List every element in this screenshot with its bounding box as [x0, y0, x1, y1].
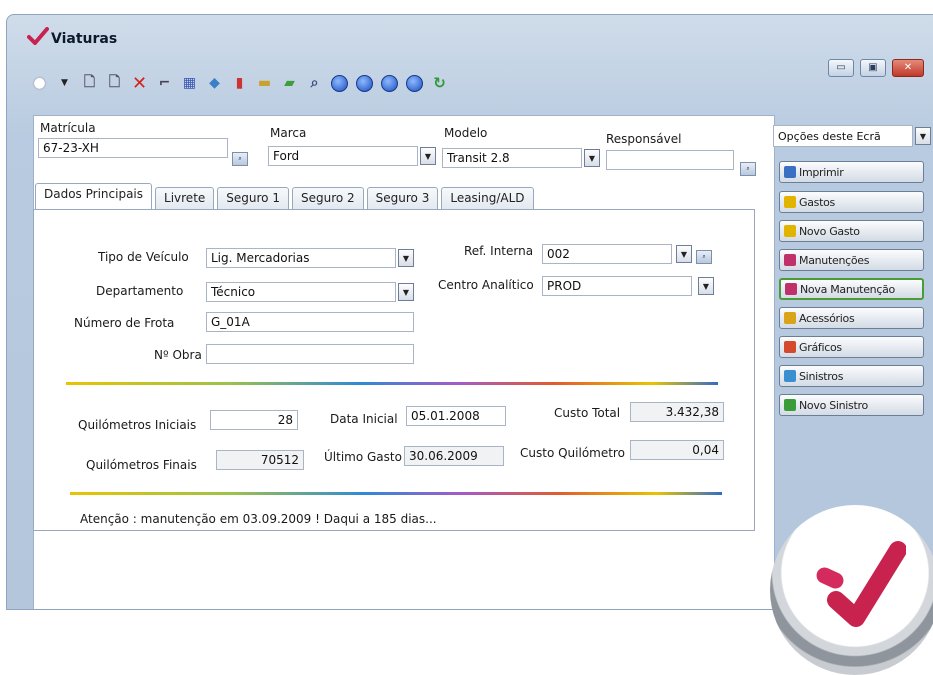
- minimize-button[interactable]: ▭: [828, 59, 854, 77]
- tipo-veiculo-dropdown-icon[interactable]: ▼: [398, 249, 414, 267]
- grid-icon[interactable]: ▦: [181, 75, 198, 92]
- window-controls: ▭ ▣ ✕: [828, 59, 924, 77]
- centro-analitico-select[interactable]: PROD: [542, 276, 692, 296]
- tipo-veiculo-select[interactable]: Lig. Mercadorias: [206, 248, 396, 268]
- custo-total-label: Custo Total: [554, 406, 621, 420]
- responsavel-label: Responsável: [606, 132, 682, 146]
- tab-dados-principais[interactable]: Dados Principais: [35, 183, 153, 209]
- nav-next-icon[interactable]: [381, 74, 398, 92]
- bar-chart-icon: [784, 341, 796, 353]
- custo-total-value: 3.432,38: [630, 402, 724, 422]
- numero-frota-input[interactable]: G_01A: [206, 312, 414, 332]
- centro-analitico-label: Centro Analítico: [438, 278, 534, 292]
- acessorios-button[interactable]: Acessórios: [779, 307, 924, 329]
- km-iniciais-input[interactable]: 28: [210, 410, 298, 430]
- tab-livrete[interactable]: Livrete: [155, 187, 215, 209]
- ref-interna-select[interactable]: 002: [542, 244, 672, 264]
- sinistros-button[interactable]: Sinistros: [779, 365, 924, 387]
- modelo-label: Modelo: [444, 126, 488, 140]
- search-icon[interactable]: ⌕: [306, 75, 323, 92]
- marca-select[interactable]: Ford: [268, 146, 418, 166]
- matricula-input[interactable]: 67-23-XH: [38, 138, 228, 158]
- responsavel-input[interactable]: [606, 150, 734, 170]
- custo-quilometro-value: 0,04: [630, 440, 724, 460]
- responsavel-lookup-icon[interactable]: ⌕: [740, 162, 756, 176]
- view-icon[interactable]: ◆: [206, 75, 223, 92]
- coins-icon: [784, 196, 796, 208]
- tab-bar: Dados Principais Livrete Seguro 1 Seguro…: [35, 183, 534, 209]
- matricula-lookup-icon[interactable]: ⌕: [232, 152, 248, 166]
- ultimo-gasto-label: Último Gasto: [324, 450, 402, 464]
- tab-page-dados-principais: Tipo de Veículo Lig. Mercadorias ▼ Depar…: [33, 209, 755, 531]
- tab-leasing-ald[interactable]: Leasing/ALD: [441, 187, 534, 209]
- tab-seguro-1[interactable]: Seguro 1: [217, 187, 289, 209]
- tab-seguro-2[interactable]: Seguro 2: [291, 187, 364, 209]
- ref-interna-label: Ref. Interna: [464, 244, 534, 258]
- toolbar: ● ▼ 🗋 🗋 ✕ ⌐ ▦ ◆ ▮ ▬ ▰ ⌕ ↻: [31, 71, 448, 95]
- divider-bottom: [70, 492, 722, 495]
- custo-quilometro-label: Custo Quilómetro: [520, 446, 625, 460]
- nova-manutencao-button[interactable]: Nova Manutenção: [779, 278, 924, 300]
- tools-icon: [784, 312, 796, 324]
- close-button[interactable]: ✕: [892, 59, 924, 77]
- tab-seguro-3[interactable]: Seguro 3: [366, 187, 439, 209]
- ref-interna-lookup-icon[interactable]: ⌕: [696, 250, 712, 264]
- wrench-icon: [784, 254, 796, 266]
- ref-interna-dropdown-icon[interactable]: ▼: [676, 245, 692, 263]
- printer-icon: [784, 166, 796, 178]
- delete-icon[interactable]: ✕: [131, 73, 148, 94]
- nav-last-icon[interactable]: [406, 74, 423, 92]
- ultimo-gasto-value: 30.06.2009: [404, 446, 504, 466]
- km-finais-value: 70512: [216, 450, 304, 470]
- coins-add-icon: [784, 225, 796, 237]
- document-icon[interactable]: 🗋: [81, 74, 98, 92]
- dropdown-icon[interactable]: ▼: [56, 75, 73, 92]
- data-inicial-label: Data Inicial: [330, 412, 398, 426]
- numero-obra-input[interactable]: [206, 344, 414, 364]
- chart-icon[interactable]: ▮: [231, 75, 248, 92]
- table-icon[interactable]: ▬: [256, 75, 273, 92]
- opcoes-dropdown-icon[interactable]: ▼: [915, 127, 931, 145]
- gastos-button[interactable]: Gastos: [779, 191, 924, 213]
- graficos-button[interactable]: Gráficos: [779, 336, 924, 358]
- viaturas-window: Viaturas ▭ ▣ ✕ ● ▼ 🗋 🗋 ✕ ⌐ ▦ ◆ ▮ ▬ ▰ ⌕ ↻…: [6, 14, 933, 610]
- centro-analitico-dropdown-icon[interactable]: ▼: [698, 277, 714, 295]
- nav-prev-icon[interactable]: [356, 74, 373, 92]
- marca-label: Marca: [270, 126, 307, 140]
- modelo-dropdown-icon[interactable]: ▼: [584, 149, 600, 167]
- numero-frota-label: Número de Frota: [74, 316, 175, 330]
- wrench-add-icon: [785, 283, 797, 295]
- opcoes-select[interactable]: Opções deste Ecrã: [773, 125, 913, 147]
- matricula-label: Matrícula: [40, 121, 96, 135]
- window-title: Viaturas: [51, 31, 118, 47]
- maximize-button[interactable]: ▣: [860, 59, 886, 77]
- novo-gasto-button[interactable]: Novo Gasto: [779, 220, 924, 242]
- print-icon[interactable]: ▰: [281, 75, 298, 92]
- data-inicial-input[interactable]: 05.01.2008: [406, 406, 506, 426]
- accident-add-icon: [784, 399, 796, 411]
- departamento-dropdown-icon[interactable]: ▼: [398, 283, 414, 301]
- novo-sinistro-button[interactable]: Novo Sinistro: [779, 394, 924, 416]
- divider-top: [66, 382, 718, 385]
- edit-icon[interactable]: ⌐: [156, 75, 173, 92]
- maintenance-notice: Atenção : manutenção em 03.09.2009 ! Daq…: [80, 512, 437, 526]
- copy-icon[interactable]: 🗋: [106, 74, 123, 92]
- app-checkmark-icon: [27, 27, 49, 45]
- km-iniciais-label: Quilómetros Iniciais: [78, 418, 197, 432]
- departamento-select[interactable]: Técnico: [206, 282, 396, 302]
- manutencoes-button[interactable]: Manutenções: [779, 249, 924, 271]
- km-finais-label: Quilómetros Finais: [86, 458, 197, 472]
- departamento-label: Departamento: [96, 284, 184, 298]
- marca-dropdown-icon[interactable]: ▼: [420, 147, 436, 165]
- numero-obra-label: Nº Obra: [154, 348, 202, 362]
- imprimir-button[interactable]: Imprimir: [779, 161, 924, 183]
- logo-checkmark-icon: [816, 541, 906, 627]
- new-icon[interactable]: ●: [31, 75, 48, 92]
- nav-first-icon[interactable]: [331, 74, 348, 92]
- refresh-icon[interactable]: ↻: [431, 74, 448, 92]
- modelo-select[interactable]: Transit 2.8: [442, 148, 582, 168]
- tipo-veiculo-label: Tipo de Veículo: [98, 250, 189, 264]
- accident-icon: [784, 370, 796, 382]
